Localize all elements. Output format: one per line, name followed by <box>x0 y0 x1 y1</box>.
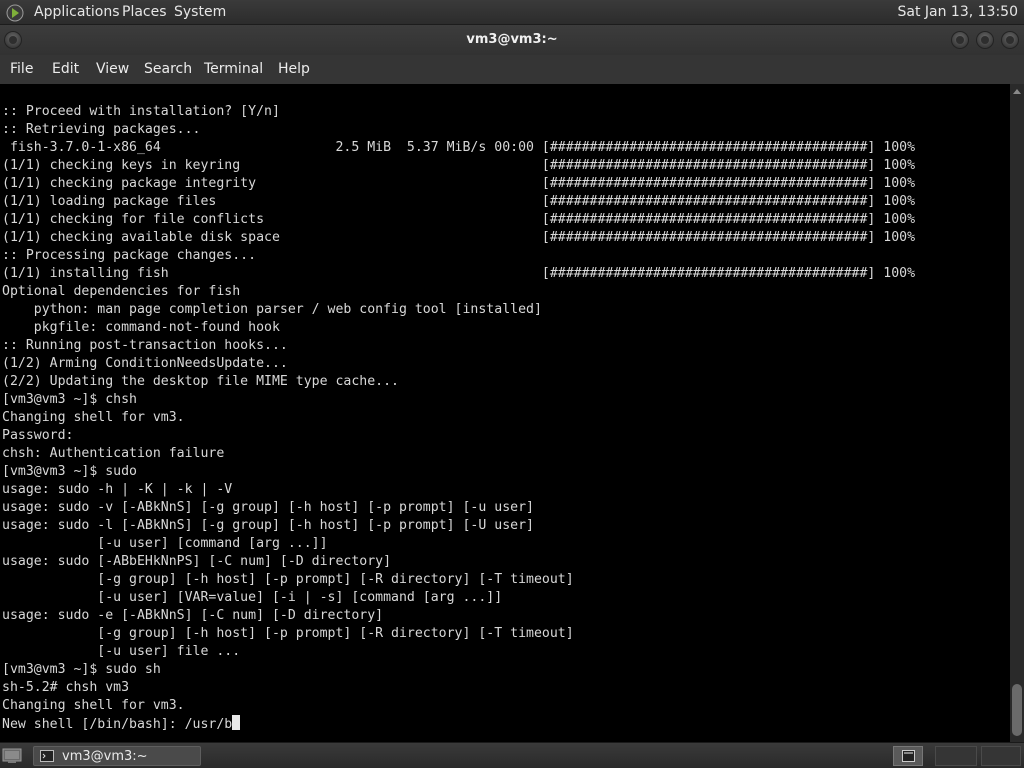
terminal-icon <box>40 750 54 762</box>
terminal-line: [vm3@vm3 ~]$ sudo sh <box>2 662 161 677</box>
terminal-scrollbar[interactable] <box>1010 84 1024 742</box>
taskbar-item-terminal[interactable]: vm3@vm3:~ <box>33 746 201 766</box>
terminal-line: :: Retrieving packages... <box>2 122 201 137</box>
terminal-line: python: man page completion parser / web… <box>2 302 542 317</box>
show-desktop-icon[interactable] <box>2 747 22 764</box>
terminal-line: usage: sudo -e [-ABkNnS] [-C num] [-D di… <box>2 608 384 623</box>
terminal-line: [vm3@vm3 ~]$ chsh <box>2 392 137 407</box>
terminal-icon <box>902 750 915 762</box>
terminal-line: [vm3@vm3 ~]$ sudo <box>2 464 137 479</box>
window-titlebar[interactable]: vm3@vm3:~ <box>0 25 1024 55</box>
terminal-output: :: Proceed with installation? [Y/n] :: R… <box>2 103 915 734</box>
terminal-line: (1/1) checking package integrity [######… <box>2 176 916 191</box>
terminal-line: [-g group] [-h host] [-p prompt] [-R dir… <box>2 572 574 587</box>
terminal-line: [-u user] [command [arg ...]] <box>2 536 328 551</box>
close-button[interactable] <box>1001 31 1019 49</box>
scroll-up-arrow-icon[interactable] <box>1013 89 1021 94</box>
menu-file[interactable]: File <box>10 61 33 77</box>
top-panel: Applications Places System Sat Jan 13, 1… <box>0 0 1024 25</box>
terminal-line: usage: sudo [-ABbEHkNnPS] [-C num] [-D d… <box>2 554 392 569</box>
clock[interactable]: Sat Jan 13, 13:50 <box>898 4 1019 20</box>
terminal-line: Changing shell for vm3. <box>2 410 185 425</box>
applications-menu[interactable]: Applications <box>34 4 120 20</box>
terminal-line: (1/1) checking keys in keyring [########… <box>2 158 916 173</box>
terminal-line: chsh: Authentication failure <box>2 446 225 461</box>
menu-view[interactable]: View <box>96 61 129 77</box>
menu-search[interactable]: Search <box>144 61 192 77</box>
terminal-line: Password: <box>2 428 74 443</box>
scroll-thumb[interactable] <box>1012 684 1022 736</box>
terminal-line: :: Proceed with installation? [Y/n] <box>2 104 280 119</box>
terminal-line: :: Running post-transaction hooks... <box>2 338 288 353</box>
terminal-line: usage: sudo -v [-ABkNnS] [-g group] [-h … <box>2 500 534 515</box>
menubar: File Edit View Search Terminal Help <box>0 55 1024 84</box>
system-menu[interactable]: System <box>174 4 226 20</box>
maximize-button[interactable] <box>976 31 994 49</box>
workspace-2[interactable] <box>935 746 977 766</box>
workspace-3[interactable] <box>981 746 1021 766</box>
terminal-line: (1/1) loading package files [###########… <box>2 194 916 209</box>
terminal-line: (1/1) checking available disk space [###… <box>2 230 916 245</box>
terminal-line: Optional dependencies for fish <box>2 284 241 299</box>
menu-edit[interactable]: Edit <box>52 61 79 77</box>
terminal-line: fish-3.7.0-1-x86_64 2.5 MiB 5.37 MiB/s 0… <box>2 140 916 155</box>
menu-help[interactable]: Help <box>278 61 310 77</box>
terminal-line: :: Processing package changes... <box>2 248 257 263</box>
terminal-line: (2/2) Updating the desktop file MIME typ… <box>2 374 399 389</box>
terminal-line: usage: sudo -l [-ABkNnS] [-g group] [-h … <box>2 518 534 533</box>
terminal-line: (1/1) installing fish [#################… <box>2 266 916 281</box>
terminal-line: [-g group] [-h host] [-p prompt] [-R dir… <box>2 626 574 641</box>
taskbar-item-label: vm3@vm3:~ <box>62 749 148 764</box>
text-cursor <box>232 715 241 730</box>
terminal-line: usage: sudo -h | -K | -k | -V <box>2 482 233 497</box>
applications-logo-icon[interactable] <box>6 4 24 22</box>
terminal-line: (1/1) checking for file conflicts [#####… <box>2 212 916 227</box>
terminal-line: [-u user] file ... <box>2 644 241 659</box>
terminal-prompt-line[interactable]: New shell [/bin/bash]: /usr/b <box>2 717 232 732</box>
terminal-view[interactable]: :: Proceed with installation? [Y/n] :: R… <box>0 84 1010 742</box>
workspace-1[interactable] <box>893 746 923 766</box>
bottom-panel: vm3@vm3:~ <box>0 742 1024 768</box>
terminal-line: sh-5.2# chsh vm3 <box>2 680 130 695</box>
terminal-line: (1/2) Arming ConditionNeedsUpdate... <box>2 356 288 371</box>
menu-terminal[interactable]: Terminal <box>204 61 263 77</box>
terminal-line: [-u user] [VAR=value] [-i | -s] [command… <box>2 590 503 605</box>
terminal-line: pkgfile: command-not-found hook <box>2 320 280 335</box>
minimize-button[interactable] <box>951 31 969 49</box>
window-title: vm3@vm3:~ <box>466 32 558 47</box>
places-menu[interactable]: Places <box>122 4 167 20</box>
terminal-line: Changing shell for vm3. <box>2 698 185 713</box>
